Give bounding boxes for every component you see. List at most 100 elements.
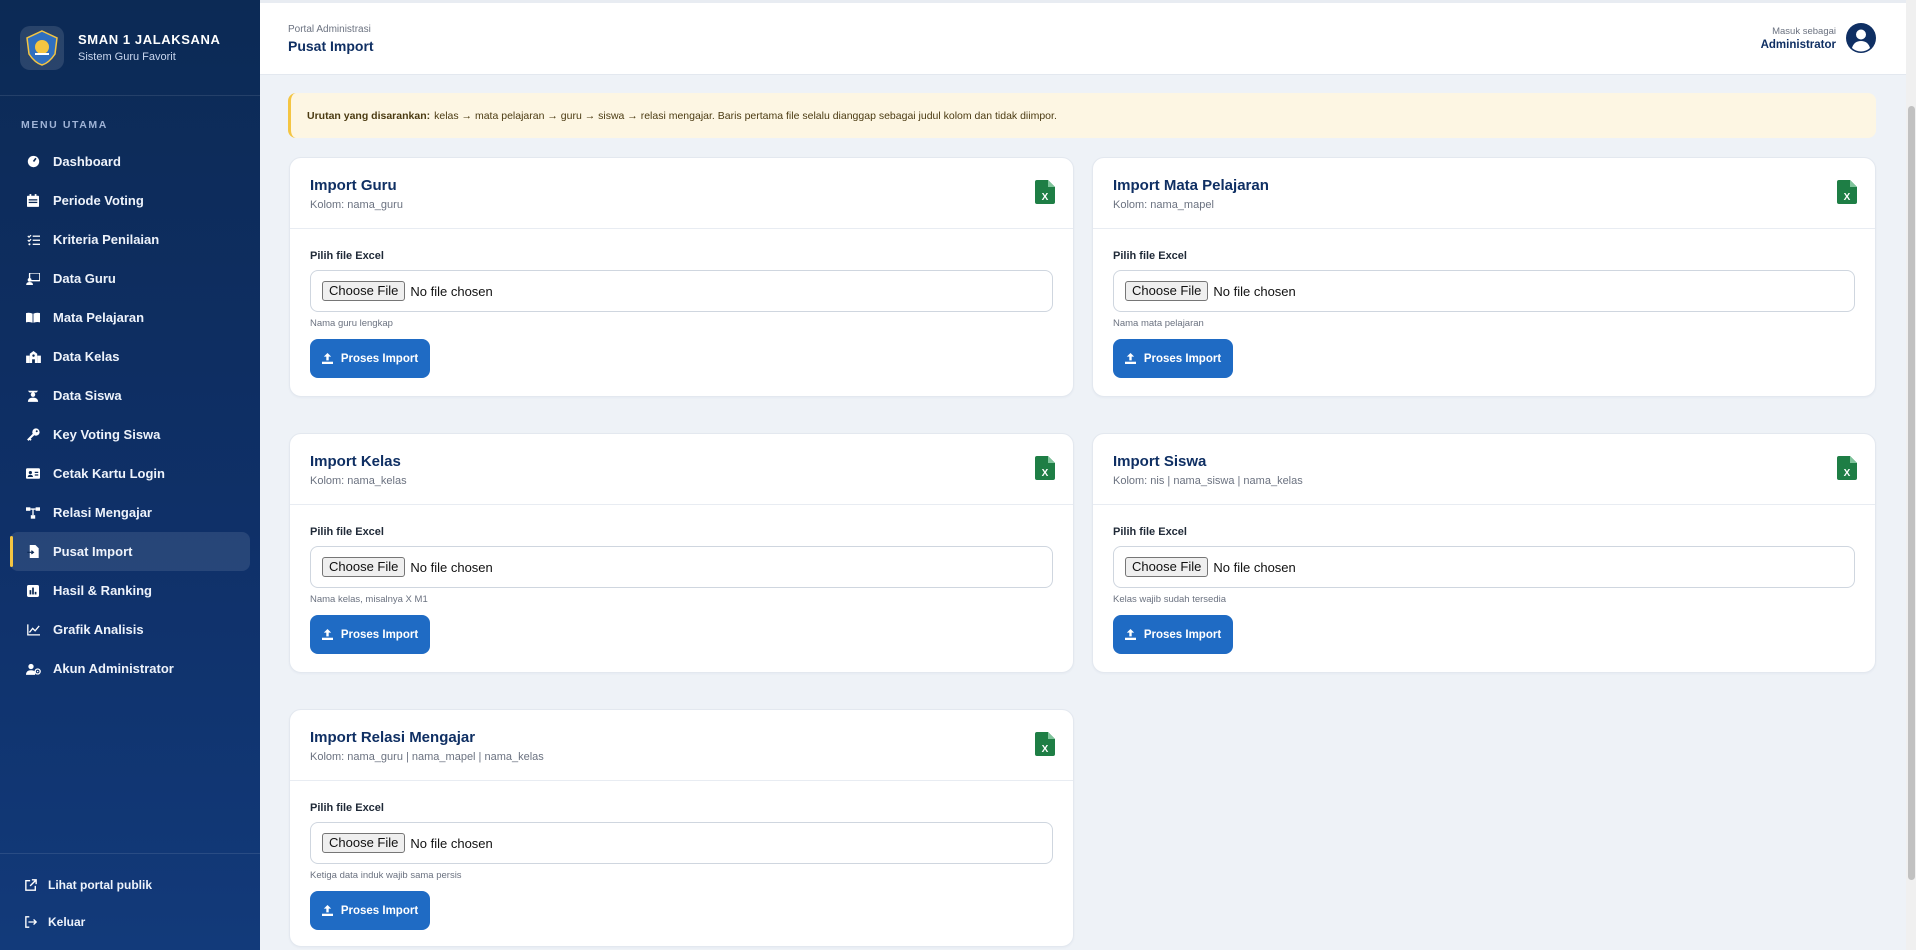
- gauge-icon: [25, 154, 41, 170]
- file-input[interactable]: Choose File No file chosen: [310, 270, 1053, 312]
- menu-item-grafik-analisis[interactable]: Grafik Analisis: [10, 610, 250, 649]
- file-hint: Kelas wajib sudah tersedia: [1113, 594, 1227, 605]
- svg-text:X: X: [1042, 744, 1049, 755]
- file-status: No file chosen: [410, 559, 493, 575]
- user-name: Administrator: [1760, 38, 1836, 51]
- card-title: Import Relasi Mengajar: [310, 729, 476, 746]
- file-input[interactable]: Choose File No file chosen: [1113, 546, 1855, 588]
- excel-file-icon: X: [1837, 456, 1857, 480]
- page-scrollbar[interactable]: [1906, 0, 1916, 950]
- choose-file-button[interactable]: Choose File: [1125, 557, 1209, 577]
- file-hint: Nama guru lengkap: [310, 318, 393, 329]
- key-icon: [25, 427, 41, 443]
- menu-label: Dashboard: [53, 154, 121, 169]
- menu-label: Data Siswa: [53, 388, 122, 403]
- public-portal-link[interactable]: Lihat portal publik: [10, 866, 250, 903]
- file-field-label: Pilih file Excel: [1113, 250, 1187, 262]
- choose-file-button[interactable]: Choose File: [322, 557, 406, 577]
- topbar: Portal Administrasi Pusat Import Masuk s…: [260, 0, 1916, 75]
- import-guru-card: Import Guru Kolom: nama_guru X Pilih fil…: [289, 157, 1074, 397]
- student-icon: [25, 388, 41, 404]
- process-import-button[interactable]: Proses Import: [1113, 615, 1233, 654]
- menu-label: Relasi Mengajar: [53, 505, 152, 520]
- card-columns: Kolom: nama_kelas: [310, 475, 407, 487]
- process-import-label: Proses Import: [340, 628, 419, 641]
- menu-item-dashboard[interactable]: Dashboard: [10, 142, 250, 181]
- upload-icon: [321, 905, 333, 916]
- file-input[interactable]: Choose File No file chosen: [310, 546, 1053, 588]
- menu-item-pusat-import[interactable]: Pusat Import: [10, 532, 250, 571]
- choose-file-button[interactable]: Choose File: [322, 281, 406, 301]
- card-columns: Kolom: nama_guru: [310, 199, 403, 211]
- file-input[interactable]: Choose File No file chosen: [1113, 270, 1855, 312]
- card-title: Import Kelas: [310, 453, 401, 470]
- excel-file-icon: X: [1837, 180, 1857, 204]
- card-columns: Kolom: nis | nama_siswa | nama_kelas: [1113, 475, 1303, 487]
- process-import-label: Proses Import: [1143, 628, 1222, 641]
- logout-icon: [24, 915, 38, 929]
- school-logo: [20, 25, 64, 70]
- menu-label: Hasil & Ranking: [53, 583, 152, 598]
- file-hint: Nama kelas, misalnya X M1: [310, 594, 428, 605]
- menu-item-data-kelas[interactable]: Data Kelas: [10, 337, 250, 376]
- process-import-button[interactable]: Proses Import: [310, 891, 430, 930]
- file-status: No file chosen: [1213, 559, 1296, 575]
- menu-item-data-guru[interactable]: Data Guru: [10, 259, 250, 298]
- process-import-button[interactable]: Proses Import: [1113, 339, 1233, 378]
- public-portal-label: Lihat portal publik: [48, 877, 152, 892]
- menu-label: Grafik Analisis: [53, 622, 144, 637]
- menu-item-data-siswa[interactable]: Data Siswa: [10, 376, 250, 415]
- upload-icon: [1124, 353, 1136, 364]
- import-kelas-card: Import Kelas Kolom: nama_kelas X Pilih f…: [289, 433, 1074, 673]
- calendar-icon: [25, 193, 41, 209]
- teacher-icon: [25, 271, 41, 287]
- id-card-icon: [25, 466, 41, 482]
- school-icon: [25, 349, 41, 365]
- menu-item-kriteria-penilaian[interactable]: Kriteria Penilaian: [10, 220, 250, 259]
- upload-icon: [1124, 629, 1136, 640]
- menu-label: Data Guru: [53, 271, 116, 286]
- process-import-button[interactable]: Proses Import: [310, 615, 430, 654]
- app-subtitle: Sistem Guru Favorit: [78, 51, 176, 63]
- brand: SMAN 1 JALAKSANA Sistem Guru Favorit: [0, 0, 260, 96]
- menu-item-akun-administrator[interactable]: Akun Administrator: [10, 649, 250, 688]
- logout-link[interactable]: Keluar: [10, 903, 250, 940]
- menu-item-hasil-ranking[interactable]: Hasil & Ranking: [10, 571, 250, 610]
- notice-text: kelas → mata pelajaran → guru → siswa → …: [434, 109, 1057, 122]
- excel-file-icon: X: [1035, 456, 1055, 480]
- import-siswa-card: Import Siswa Kolom: nis | nama_siswa | n…: [1092, 433, 1876, 673]
- upload-icon: [321, 353, 333, 364]
- menu-label: Key Voting Siswa: [53, 427, 161, 442]
- menu-item-cetak-kartu-login[interactable]: Cetak Kartu Login: [10, 454, 250, 493]
- menu-item-periode-voting[interactable]: Periode Voting: [10, 181, 250, 220]
- school-crest-icon: [26, 29, 58, 66]
- process-import-button[interactable]: Proses Import: [310, 339, 430, 378]
- choose-file-button[interactable]: Choose File: [322, 833, 406, 853]
- card-title: Import Guru: [310, 177, 397, 194]
- file-field-label: Pilih file Excel: [1113, 526, 1187, 538]
- svg-text:X: X: [1844, 468, 1851, 479]
- menu-label: Kriteria Penilaian: [53, 232, 160, 247]
- user-menu[interactable]: Masuk sebagai Administrator: [1761, 23, 1876, 53]
- menu-label: Akun Administrator: [53, 661, 174, 676]
- file-status: No file chosen: [1213, 283, 1296, 299]
- sidebar-footer: Lihat portal publik Keluar: [0, 853, 260, 950]
- user-avatar-icon: [1846, 23, 1876, 53]
- book-open-icon: [25, 310, 41, 326]
- import-order-notice: Urutan yang disarankan: kelas → mata pel…: [288, 93, 1876, 138]
- square-poll-icon: [25, 583, 41, 599]
- file-status: No file chosen: [410, 283, 493, 299]
- menu-item-mata-pelajaran[interactable]: Mata Pelajaran: [10, 298, 250, 337]
- choose-file-button[interactable]: Choose File: [1125, 281, 1209, 301]
- menu-item-relasi-mengajar[interactable]: Relasi Mengajar: [10, 493, 250, 532]
- card-columns: Kolom: nama_guru | nama_mapel | nama_kel…: [310, 751, 544, 763]
- card-columns: Kolom: nama_mapel: [1113, 199, 1214, 211]
- excel-file-icon: X: [1035, 732, 1055, 756]
- scrollbar-thumb[interactable]: [1908, 106, 1915, 880]
- menu-item-key-voting-siswa[interactable]: Key Voting Siswa: [10, 415, 250, 454]
- file-input[interactable]: Choose File No file chosen: [310, 822, 1053, 864]
- menu-label: Mata Pelajaran: [53, 310, 145, 325]
- list-check-icon: [25, 232, 41, 248]
- menu-label: Cetak Kartu Login: [53, 466, 165, 481]
- file-hint: Nama mata pelajaran: [1113, 318, 1204, 329]
